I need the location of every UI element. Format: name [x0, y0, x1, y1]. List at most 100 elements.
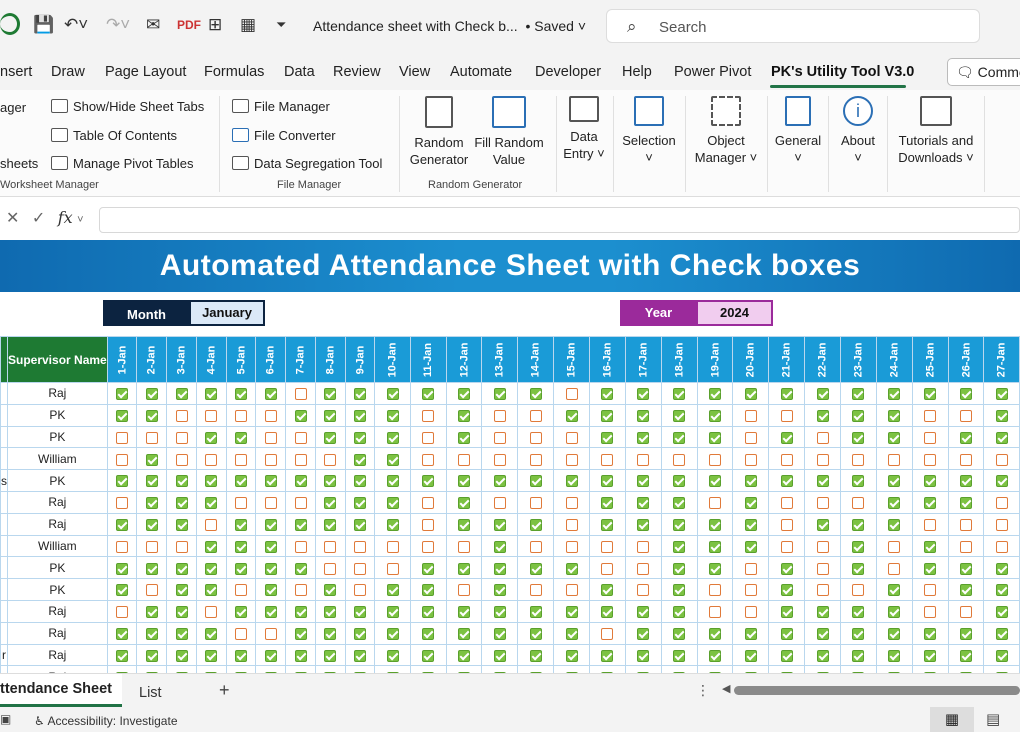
unchecked-checkbox[interactable]: [565, 540, 578, 553]
checked-checkbox[interactable]: [354, 497, 367, 510]
unchecked-checkbox[interactable]: [709, 584, 722, 597]
unchecked-checkbox[interactable]: [601, 627, 614, 640]
unchecked-checkbox[interactable]: [924, 431, 937, 444]
checked-checkbox[interactable]: [145, 562, 158, 575]
unchecked-checkbox[interactable]: [145, 431, 158, 444]
search-box[interactable]: ⌕ Search: [606, 9, 980, 43]
checked-checkbox[interactable]: [324, 410, 337, 423]
checked-checkbox[interactable]: [673, 562, 686, 575]
checked-checkbox[interactable]: [422, 649, 435, 662]
checked-checkbox[interactable]: [529, 649, 542, 662]
unchecked-checkbox[interactable]: [709, 497, 722, 510]
unchecked-checkbox[interactable]: [264, 627, 277, 640]
unchecked-checkbox[interactable]: [145, 540, 158, 553]
employee-cell[interactable]: [0, 403, 8, 427]
employee-cell[interactable]: [0, 512, 8, 536]
checked-checkbox[interactable]: [924, 540, 937, 553]
borders-icon[interactable]: ⊞: [208, 14, 222, 36]
unchecked-checkbox[interactable]: [637, 453, 650, 466]
checked-checkbox[interactable]: [235, 562, 248, 575]
unchecked-checkbox[interactable]: [294, 497, 307, 510]
formula-input[interactable]: [99, 207, 1020, 233]
checked-checkbox[interactable]: [458, 562, 470, 575]
employee-cell[interactable]: [0, 490, 8, 514]
unchecked-checkbox[interactable]: [565, 388, 578, 401]
unchecked-checkbox[interactable]: [145, 584, 158, 597]
checked-checkbox[interactable]: [888, 388, 901, 401]
insert-function-icon[interactable]: fx: [58, 208, 73, 227]
checked-checkbox[interactable]: [324, 584, 337, 597]
unchecked-checkbox[interactable]: [205, 519, 218, 531]
unchecked-checkbox[interactable]: [601, 453, 614, 466]
checked-checkbox[interactable]: [145, 627, 158, 640]
checked-checkbox[interactable]: [116, 519, 129, 531]
unchecked-checkbox[interactable]: [175, 431, 188, 444]
checked-checkbox[interactable]: [888, 497, 901, 510]
checked-checkbox[interactable]: [601, 606, 614, 619]
checked-checkbox[interactable]: [458, 431, 470, 444]
pdf-icon[interactable]: PDF: [177, 14, 201, 36]
unchecked-checkbox[interactable]: [565, 584, 578, 597]
unchecked-checkbox[interactable]: [324, 540, 337, 553]
unchecked-checkbox[interactable]: [294, 453, 307, 466]
unchecked-checkbox[interactable]: [235, 453, 248, 466]
tab-developer[interactable]: Developer: [535, 64, 601, 80]
unchecked-checkbox[interactable]: [529, 540, 542, 553]
selection-button[interactable]: Selection ˅: [617, 96, 681, 166]
unchecked-checkbox[interactable]: [529, 497, 542, 510]
unchecked-checkbox[interactable]: [529, 410, 542, 423]
checked-checkbox[interactable]: [294, 475, 307, 488]
checked-checkbox[interactable]: [852, 606, 865, 619]
unchecked-checkbox[interactable]: [601, 562, 614, 575]
checked-checkbox[interactable]: [422, 606, 435, 619]
year-input[interactable]: 2024: [696, 300, 773, 326]
tab-insert[interactable]: nsert: [0, 64, 32, 80]
checked-checkbox[interactable]: [529, 519, 542, 531]
checked-checkbox[interactable]: [116, 627, 129, 640]
checked-checkbox[interactable]: [709, 431, 722, 444]
unchecked-checkbox[interactable]: [205, 606, 218, 619]
manage-pivot-tables-button[interactable]: Manage Pivot Tables: [51, 156, 193, 171]
checked-checkbox[interactable]: [354, 453, 367, 466]
checked-checkbox[interactable]: [780, 475, 793, 488]
checked-checkbox[interactable]: [116, 410, 129, 423]
checked-checkbox[interactable]: [324, 519, 337, 531]
checked-checkbox[interactable]: [324, 497, 337, 510]
unchecked-checkbox[interactable]: [493, 410, 506, 423]
checked-checkbox[interactable]: [601, 649, 614, 662]
checked-checkbox[interactable]: [744, 388, 757, 401]
tab-draw[interactable]: Draw: [51, 64, 85, 80]
checked-checkbox[interactable]: [637, 497, 650, 510]
excel-table-icon[interactable]: ▦: [240, 14, 256, 36]
checked-checkbox[interactable]: [744, 649, 757, 662]
tab-help[interactable]: Help: [622, 64, 652, 80]
unchecked-checkbox[interactable]: [960, 453, 973, 466]
employee-cell[interactable]: [0, 425, 8, 449]
checked-checkbox[interactable]: [354, 649, 367, 662]
checked-checkbox[interactable]: [493, 606, 506, 619]
checked-checkbox[interactable]: [145, 497, 158, 510]
supervisor-cell[interactable]: PK: [7, 403, 108, 427]
checked-checkbox[interactable]: [673, 410, 686, 423]
checked-checkbox[interactable]: [116, 475, 129, 488]
checked-checkbox[interactable]: [145, 453, 158, 466]
tab-pk-utility-tool[interactable]: PK's Utility Tool V3.0: [771, 64, 914, 80]
unchecked-checkbox[interactable]: [422, 540, 435, 553]
supervisor-cell[interactable]: Raj: [7, 382, 108, 405]
checked-checkbox[interactable]: [145, 388, 158, 401]
checked-checkbox[interactable]: [888, 627, 901, 640]
checked-checkbox[interactable]: [601, 431, 614, 444]
checked-checkbox[interactable]: [175, 497, 188, 510]
checked-checkbox[interactable]: [235, 431, 248, 444]
checked-checkbox[interactable]: [422, 584, 435, 597]
checked-checkbox[interactable]: [324, 475, 337, 488]
checked-checkbox[interactable]: [422, 388, 435, 401]
unchecked-checkbox[interactable]: [294, 584, 307, 597]
tab-data[interactable]: Data: [284, 64, 315, 80]
checked-checkbox[interactable]: [601, 388, 614, 401]
worksheet-manager-button[interactable]: ager: [0, 100, 26, 115]
unchecked-checkbox[interactable]: [780, 410, 793, 423]
supervisor-cell[interactable]: Raj: [7, 643, 108, 667]
file-converter-button[interactable]: File Converter: [232, 128, 336, 143]
checked-checkbox[interactable]: [816, 649, 829, 662]
